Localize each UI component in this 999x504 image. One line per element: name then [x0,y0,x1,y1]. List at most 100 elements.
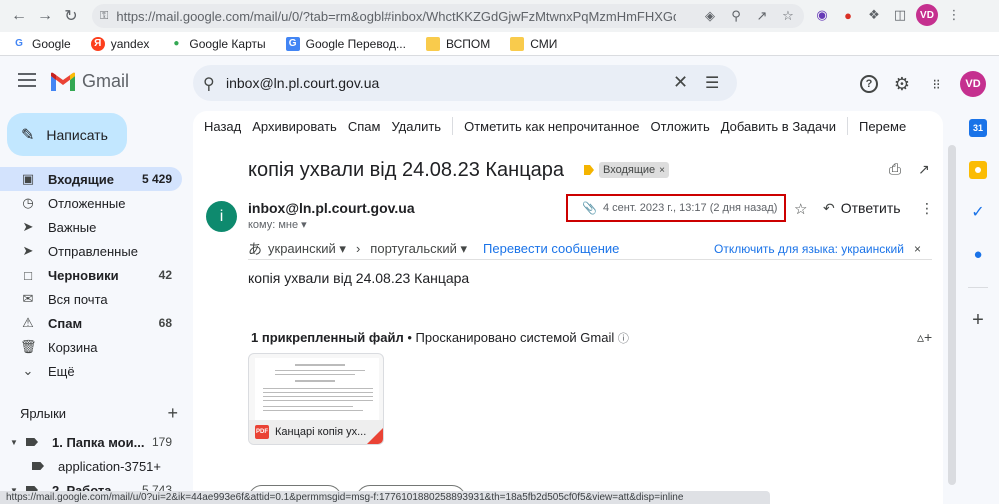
view-icon[interactable]: ◈ [700,6,720,26]
apps-grid-icon[interactable]: ⁝⁝ [926,74,946,94]
gmail-header: Gmail ⚲ inbox@ln.pl.court.gov.ua ✕ ☰ ? ⚙… [0,57,999,109]
info-icon[interactable]: ⓘ [618,333,629,345]
sidebar-item-drafts[interactable]: □ Черновики 42 [0,263,182,287]
share-icon[interactable]: ↗ [752,6,772,26]
snooze-button[interactable]: Отложить [650,119,709,134]
extensions-puzzle-icon[interactable]: ❖ [864,4,884,26]
bookmark-yandex[interactable]: Яyandex [90,36,149,51]
translate-message-link[interactable]: Перевести сообщение [483,241,619,256]
disable-translation-link[interactable]: Отключить для языка: украинский [714,242,904,256]
more-options-icon[interactable]: ⋮ [920,200,934,217]
attachment-footer: PDF Канцарі копія ух... [249,420,383,444]
label-item-application[interactable]: application-3751+ [26,454,182,478]
reply-button[interactable]: ↶ Ответить [823,200,901,217]
account-avatar[interactable]: VD [960,71,986,97]
bookmarks-bar: G Google Яyandex ● Google Карты G Google Пе… [0,32,999,56]
tasks-icon[interactable]: ✓ [969,203,987,221]
delete-button[interactable]: Удалить [391,119,441,134]
main-menu-icon[interactable] [18,73,36,87]
print-icon[interactable]: ⎙ [889,161,901,178]
translate-bar: あ украинский ▾ › португальский ▾ Перевес… [248,238,932,260]
source-language-select[interactable]: украинский ▾ [268,241,346,257]
sidebar-item-snoozed[interactable]: ◷ Отложенные [0,191,182,215]
sidebar-item-more[interactable]: ⌄ Ещё [0,359,182,383]
side-panel: 31 ✓ ● + [956,111,999,504]
gmail-m-icon [51,72,75,91]
add-to-tasks-button[interactable]: Добавить в Задачи [721,119,836,134]
sidebar-item-sent[interactable]: ➤ Отправленные [0,239,182,263]
sidebar-item-inbox[interactable]: ▣ Входящие 5 429 [0,167,182,191]
details-dropdown-icon[interactable]: ▾ [301,219,307,231]
yandex-icon: Я [90,36,105,51]
open-new-window-icon[interactable]: ↗ [918,161,930,178]
extension-2-icon[interactable]: ● [838,4,858,26]
zoom-icon[interactable]: ⚲ [726,6,746,26]
gmail-wordmark: Gmail [82,71,130,91]
draft-icon: □ [24,267,32,283]
bookmark-folder-smi[interactable]: СМИ [510,36,557,51]
archive-button[interactable]: Архивировать [252,119,337,134]
inbox-label-chip[interactable]: Входящие × [599,162,669,178]
close-translate-icon[interactable]: × [914,242,921,256]
lock-icon[interactable]: ⚿ [100,10,108,23]
back-icon[interactable]: ← [6,3,32,29]
folder-icon [425,36,440,51]
bookmark-google-maps[interactable]: ● Google Карты [169,37,265,51]
settings-gear-icon[interactable]: ⚙ [892,74,912,94]
extension-1-icon[interactable]: ◉ [812,4,832,26]
remove-label-icon[interactable]: × [659,165,665,176]
sender-avatar: i [206,201,237,232]
get-addons-icon[interactable]: + [969,309,987,331]
move-to-button[interactable]: Переме [859,119,906,134]
scrollbar-thumb[interactable] [948,145,956,485]
translate-icon: あ [248,240,262,257]
help-icon[interactable]: ? [860,75,878,93]
target-language-select[interactable]: португальский ▾ [370,241,467,257]
browser-profile-avatar[interactable]: VD [916,4,938,26]
document-preview [255,358,379,424]
sidepanel-icon[interactable]: ◫ [890,4,910,26]
mark-unread-button[interactable]: Отметить как непрочитанное [464,119,639,134]
sidebar-item-trash[interactable]: 🗑 Корзина [0,335,182,359]
compose-button[interactable]: ✎ Написать [7,113,127,156]
sidebar-item-spam[interactable]: ⚠ Спам 68 [0,311,182,335]
back-button[interactable]: Назад [204,119,241,134]
sender-email[interactable]: inbox@ln.pl.court.gov.ua [248,200,415,216]
side-panel-divider [968,287,988,288]
search-bar[interactable]: ⚲ inbox@ln.pl.court.gov.ua ✕ ☰ [193,65,737,101]
bookmark-star-icon[interactable]: ☆ [778,6,798,26]
clear-search-icon[interactable]: ✕ [673,72,688,93]
add-to-drive-icon[interactable]: ▵+ [917,329,932,346]
calendar-icon[interactable]: 31 [969,119,987,137]
search-icon[interactable]: ⚲ [203,74,215,94]
gmail-logo[interactable]: Gmail [50,71,129,92]
bookmark-google-translate[interactable]: G Google Перевод... [285,36,406,51]
scrollbar[interactable] [948,145,956,504]
search-input[interactable]: inbox@ln.pl.court.gov.ua [226,75,379,91]
chevron-right-icon: › [355,241,361,256]
add-label-icon[interactable]: + [167,403,178,424]
search-options-icon[interactable]: ☰ [705,73,719,93]
attachment-filename: Канцарі копія ух... [275,426,367,438]
attachment-clip-icon: 📎 [582,201,597,215]
contacts-icon[interactable]: ● [969,245,987,263]
label-tag-icon [32,462,44,470]
sidebar-item-all-mail[interactable]: ✉ Вся почта [0,287,182,311]
sidebar-item-important[interactable]: ➤ Важные [0,215,182,239]
star-icon[interactable]: ☆ [794,200,807,218]
browser-menu-icon[interactable]: ⋮ [944,4,964,26]
pencil-icon: ✎ [21,126,35,144]
bookmark-folder-vspom[interactable]: ВСПОМ [425,36,490,51]
keep-icon[interactable] [969,161,987,179]
collapse-triangle-icon[interactable]: ▼ [10,438,20,447]
important-marker-icon[interactable] [584,165,594,175]
forward-icon[interactable]: → [32,3,58,29]
url-text: https://mail.google.com/mail/u/0/?tab=rm… [116,8,677,24]
address-bar[interactable]: ⚿ https://mail.google.com/mail/u/0/?tab=… [92,4,804,28]
spam-button[interactable]: Спам [348,119,381,134]
attachment-thumbnail[interactable]: PDF Канцарі копія ух... [248,353,384,445]
reload-icon[interactable]: ↻ [58,3,84,29]
label-item-folder[interactable]: ▼ 1. Папка мои... 179 [10,430,182,454]
recipient-details[interactable]: кому: мне ▾ [248,218,307,231]
bookmark-google[interactable]: G Google [12,37,71,51]
